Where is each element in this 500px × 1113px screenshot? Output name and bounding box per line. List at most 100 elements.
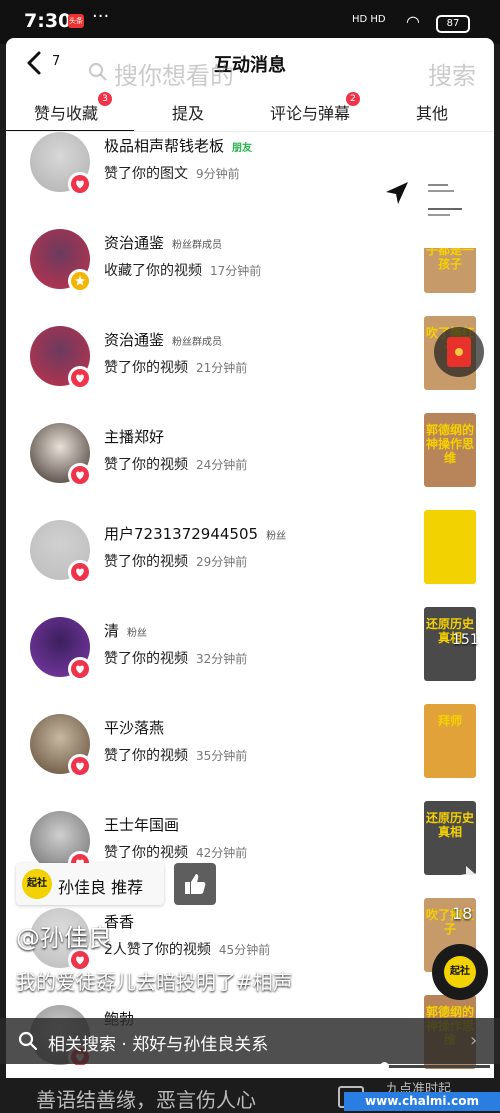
action-text: 赞了你的视频 32分钟前 [104, 648, 247, 668]
action-text: 2人赞了你的视频 45分钟前 [104, 939, 270, 959]
status-time: 7:30 [24, 10, 72, 32]
timestamp: 42分钟前 [196, 846, 248, 860]
username-text[interactable]: 平沙落燕 [104, 719, 164, 737]
thumbnail-caption: 还原历史真相 [426, 811, 475, 839]
video-thumbnail[interactable]: 郭德纲的神操作思维 [424, 413, 476, 487]
tab-likes-favorites[interactable]: 赞与收藏 3 [34, 92, 112, 124]
progress-fill [10, 1065, 385, 1068]
action-label: 收藏了你的视频 [104, 263, 202, 279]
username-text[interactable]: 用户7231372944505 [104, 525, 258, 543]
bottom-bar: 善语结善缘，恶言伤人心 九点准时起 www.chalmi.com [0, 1078, 500, 1113]
video-thumbnail[interactable]: 拜师 [424, 704, 476, 778]
site-watermark: www.chalmi.com [344, 1092, 500, 1111]
timestamp: 9分钟前 [196, 167, 240, 181]
tab-label: 评论与弹幕 [270, 104, 351, 123]
author-handle[interactable]: @孙佳良 [16, 918, 112, 953]
music-disc[interactable]: 起社 [432, 944, 488, 1000]
wifi-icon: ◠ [406, 12, 420, 31]
tab-label: 提及 [172, 104, 205, 123]
action-label: 2人赞了你的视频 [104, 942, 211, 958]
username-text[interactable]: 王士年国画 [104, 816, 179, 834]
like-heart-icon [68, 366, 92, 390]
action-text: 赞了你的视频 35分钟前 [104, 745, 247, 765]
share-icon[interactable] [440, 862, 484, 902]
red-envelope-icon [447, 337, 471, 367]
username[interactable]: 资治通鉴 粉丝群成员 [104, 329, 222, 350]
timestamp: 35分钟前 [196, 749, 248, 763]
timestamp: 17分钟前 [210, 264, 262, 278]
username-text[interactable]: 资治通鉴 [104, 331, 164, 349]
like-heart-icon [68, 172, 92, 196]
status-dots: ··· [92, 6, 110, 27]
username-text[interactable]: 资治通鉴 [104, 234, 164, 252]
tab-other[interactable]: 其他 [416, 100, 448, 124]
page-title: 互动消息 [214, 55, 286, 76]
thumbnail-caption: 拜师 [437, 714, 462, 728]
thumbnail-caption: 郭德纲的神操作思维 [426, 423, 475, 465]
tab-comments-danmaku[interactable]: 评论与弹幕 2 [270, 92, 360, 124]
action-text: 赞了你的视频 29分钟前 [104, 551, 247, 571]
video-caption: 我的爱徒孬儿去暗投明了#相声 [16, 970, 293, 994]
timestamp: 24分钟前 [196, 458, 248, 472]
timestamp: 21分钟前 [196, 361, 248, 375]
notification-row[interactable]: 平沙落燕赞了你的视频 35分钟前 拜师 [6, 704, 494, 811]
notification-row[interactable]: 主播郑好赞了你的视频 24分钟前 郭德纲的神操作思维 [6, 413, 494, 520]
timestamp: 29分钟前 [196, 555, 248, 569]
like-heart-icon [68, 754, 92, 778]
video-progress-bar[interactable] [10, 1062, 490, 1071]
thumbnail-caption: 起社 [437, 520, 462, 534]
notification-row[interactable]: 资治通鉴粉丝群成员收藏了你的视频17分钟前吹了捧红子都是一孩子 [6, 219, 494, 326]
action-text: 赞了你的视频 24分钟前 [104, 454, 247, 474]
action-text: 赞了你的视频 42分钟前 [104, 842, 247, 862]
relation-tag: 粉丝群成员 [172, 337, 223, 348]
recommend-text: 孙佳良 推荐 [58, 878, 144, 897]
thumbs-up-icon [185, 874, 206, 894]
notification-row[interactable]: 资治通鉴粉丝群成员赞了你的视频21分钟前吹了捧红子 [6, 316, 494, 423]
related-search-text: 相关搜索 · 郑好与孙佳良关系 [48, 1035, 269, 1055]
tab-mentions[interactable]: 提及 [172, 100, 204, 124]
action-label: 赞了你的视频 [104, 845, 188, 861]
video-thumbnail[interactable]: 起社 [424, 510, 476, 584]
app-badge: 头条 [68, 14, 84, 28]
username[interactable]: 王士年国画 [104, 814, 179, 835]
notification-row[interactable]: 极品相声帮钱老板 朋友 赞了你的图文 9分钟前 [6, 132, 494, 229]
red-packet-button[interactable] [434, 327, 484, 377]
username-text[interactable]: 主播郑好 [104, 428, 164, 446]
recommend-chip[interactable]: 起社 孙佳良 推荐 [16, 863, 164, 905]
action-text: 赞了你的图文 9分钟前 [104, 163, 240, 183]
username[interactable]: 平沙落燕 [104, 717, 164, 738]
search-icon [18, 1031, 38, 1051]
notification-row[interactable]: 清粉丝 赞了你的视频 32分钟前 还原历史真相 [6, 607, 494, 714]
relation-tag: 粉丝 [127, 628, 148, 639]
action-text: 赞了你的视频 21分钟前 [104, 357, 247, 377]
ghost-search-button: 搜索 [428, 62, 476, 90]
related-search-bar[interactable]: 相关搜索 · 郑好与孙佳良关系 › [0, 1018, 500, 1064]
thumbs-up-button[interactable] [174, 863, 216, 905]
action-label: 赞了你的视频 [104, 360, 188, 376]
username-text[interactable]: 清 [104, 622, 119, 640]
username[interactable]: 极品相声帮钱老板 朋友 [104, 135, 252, 156]
timestamp: 32分钟前 [196, 652, 248, 666]
tab-bar: 赞与收藏 3 提及 评论与弹幕 2 其他 [6, 88, 494, 130]
username[interactable]: 用户7231372944505 粉丝 [104, 523, 286, 544]
image-post-thumbnail[interactable] [424, 178, 476, 248]
unread-badge: 3 [98, 92, 112, 106]
username-text[interactable]: 极品相声帮钱老板 [104, 137, 224, 155]
chevron-right-icon: › [470, 1030, 478, 1051]
battery-icon: 87 [436, 15, 470, 33]
action-label: 赞了你的视频 [104, 651, 188, 667]
action-label: 赞了你的视频 [104, 457, 188, 473]
relation-tag: 朋友 [232, 143, 253, 154]
username[interactable]: 主播郑好 [104, 426, 164, 447]
username[interactable]: 清粉丝 [104, 620, 147, 641]
music-disc-logo: 起社 [444, 956, 476, 988]
send-icon[interactable] [384, 180, 410, 206]
notification-row[interactable]: 用户7231372944505 粉丝赞了你的视频 29分钟前 起社 [6, 510, 494, 617]
favorite-star-icon [68, 269, 92, 293]
action-label: 赞了你的视频 [104, 554, 188, 570]
action-label: 赞了你的视频 [104, 748, 188, 764]
username[interactable]: 资治通鉴 粉丝群成员 [104, 232, 222, 253]
comment-prompt[interactable]: 善语结善缘，恶言伤人心 [36, 1084, 256, 1113]
like-heart-icon [68, 463, 92, 487]
ghost-search-icon [88, 62, 107, 81]
